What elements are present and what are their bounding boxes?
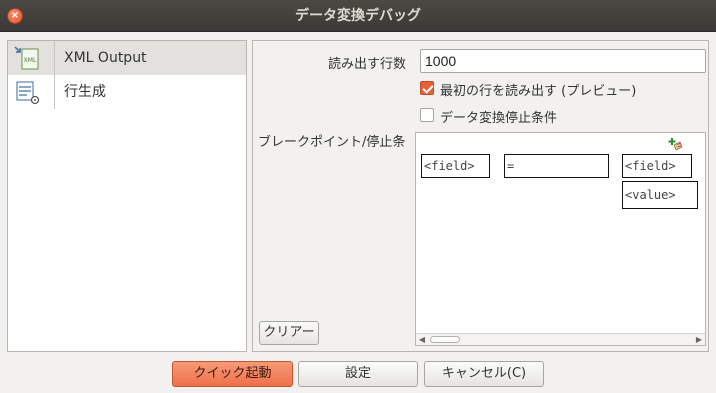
settings-button[interactable]: 設定 bbox=[298, 361, 418, 387]
preview-first-row-label[interactable]: 最初の行を読み出す (プレビュー) bbox=[440, 80, 636, 99]
preview-first-row-checkbox[interactable] bbox=[420, 81, 434, 95]
scrollbar-thumb[interactable] bbox=[430, 336, 460, 343]
window-title: データ変換デバッグ bbox=[295, 8, 421, 24]
xml-file-icon: XML bbox=[14, 46, 39, 70]
step-label: 行生成 bbox=[64, 84, 106, 100]
breakpoint-label: ブレークポイント/停止条 bbox=[258, 135, 406, 150]
quick-launch-button[interactable]: クイック起動 bbox=[172, 361, 293, 387]
condition-right-field[interactable]: <field> bbox=[622, 154, 692, 178]
svg-text:XML: XML bbox=[24, 57, 37, 64]
condition-operator[interactable]: = bbox=[504, 154, 609, 178]
rows-to-read-label: 読み出す行数 bbox=[328, 57, 407, 72]
step-divider bbox=[54, 41, 55, 75]
stop-condition-label[interactable]: データ変換停止条件 bbox=[440, 107, 557, 126]
title-bar: × データ変換デバッグ bbox=[0, 0, 716, 32]
step-label: XML Output bbox=[64, 50, 147, 66]
debug-settings-panel: 読み出す行数 1000 最初の行を読み出す (プレビュー) データ変換停止条件 … bbox=[252, 40, 709, 352]
scroll-right-icon[interactable]: ▶ bbox=[693, 334, 705, 345]
clear-button[interactable]: クリアー bbox=[259, 321, 319, 345]
step-item-xml-output[interactable]: XML XML Output bbox=[8, 41, 246, 75]
condition-left-field[interactable]: <field> bbox=[421, 154, 490, 178]
step-divider bbox=[54, 75, 55, 109]
cancel-button[interactable]: キャンセル(C) bbox=[424, 361, 544, 387]
rows-to-read-input[interactable]: 1000 bbox=[420, 49, 706, 73]
stop-condition-checkbox[interactable] bbox=[420, 108, 434, 122]
step-item-row-generator[interactable]: 行生成 bbox=[8, 75, 246, 109]
add-condition-icon[interactable] bbox=[668, 137, 684, 153]
step-list: XML XML Output 行生成 bbox=[7, 40, 247, 352]
debug-dialog: × データ変換デバッグ XML XML Output 行生成 読み出す行数 10… bbox=[0, 0, 716, 393]
scroll-left-icon[interactable]: ◀ bbox=[416, 334, 428, 345]
row-generator-icon bbox=[16, 81, 40, 105]
horizontal-scrollbar[interactable]: ◀ ▶ bbox=[416, 333, 705, 345]
breakpoint-condition-editor[interactable]: <field> = <field> <value> ◀ ▶ bbox=[415, 132, 706, 346]
condition-value[interactable]: <value> bbox=[622, 181, 698, 209]
